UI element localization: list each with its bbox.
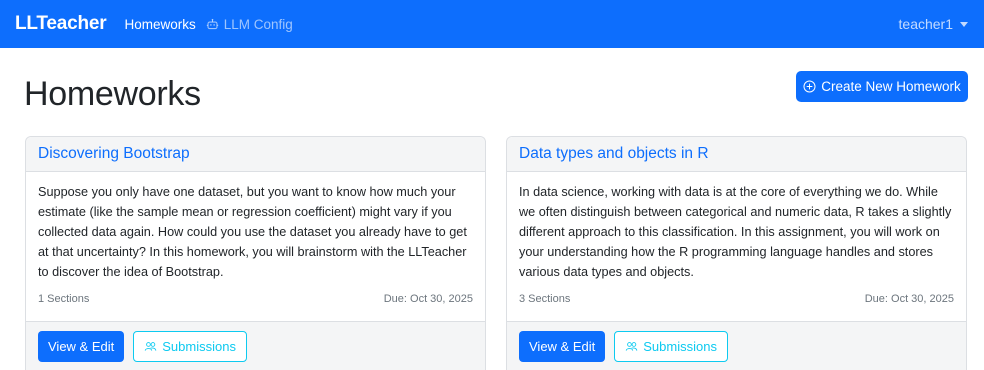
card-meta: 1 Sections Due: Oct 30, 2025 xyxy=(38,293,473,305)
people-icon xyxy=(144,340,157,353)
nav-link-llm-config[interactable]: LLM Config xyxy=(206,17,293,32)
homework-card: Discovering Bootstrap Suppose you only h… xyxy=(25,136,486,370)
sections-count: 3 Sections xyxy=(519,293,571,305)
submissions-button[interactable]: Submissions xyxy=(133,330,247,362)
username: teacher1 xyxy=(898,16,953,32)
due-date: Due: Oct 30, 2025 xyxy=(383,293,473,305)
sections-count: 1 Sections xyxy=(38,293,90,305)
card-footer: View & Edit Submissions xyxy=(507,321,966,370)
plus-circle-icon xyxy=(803,80,816,93)
brand-logo[interactable]: LLTeacher xyxy=(15,13,107,35)
people-icon xyxy=(625,340,638,353)
homework-description: Suppose you only have one dataset, but y… xyxy=(38,185,467,279)
view-edit-button[interactable]: View & Edit xyxy=(38,330,125,362)
card-header: Data types and objects in R xyxy=(507,137,966,172)
homework-title-link[interactable]: Data types and objects in R xyxy=(519,145,709,163)
user-menu-dropdown[interactable]: teacher1 xyxy=(899,16,968,32)
card-body: Suppose you only have one dataset, but y… xyxy=(26,172,485,320)
view-edit-button[interactable]: View & Edit xyxy=(519,330,606,362)
create-homework-label: Create New Homework xyxy=(821,79,961,94)
card-footer: View & Edit Submissions xyxy=(26,321,485,370)
card-body: In data science, working with data is at… xyxy=(507,172,966,320)
nav-link-homeworks-label: Homeworks xyxy=(124,16,196,32)
homework-description: In data science, working with data is at… xyxy=(519,185,952,279)
submissions-label: Submissions xyxy=(162,338,236,354)
homework-card: Data types and objects in R In data scie… xyxy=(506,136,967,370)
due-date: Due: Oct 30, 2025 xyxy=(864,293,954,305)
nav-link-llm-config-label: LLM Config xyxy=(223,16,293,32)
robot-icon xyxy=(206,18,219,31)
nav-link-homeworks[interactable]: Homeworks xyxy=(124,17,195,32)
submissions-button[interactable]: Submissions xyxy=(614,330,728,362)
card-meta: 3 Sections Due: Oct 30, 2025 xyxy=(519,293,954,305)
page-title: Homeworks xyxy=(24,75,201,113)
create-homework-button[interactable]: Create New Homework xyxy=(796,71,968,102)
top-navbar: LLTeacher Homeworks LLM Config teacher1 xyxy=(0,0,984,48)
chevron-down-icon xyxy=(960,21,968,27)
homework-title-link[interactable]: Discovering Bootstrap xyxy=(38,145,190,163)
card-header: Discovering Bootstrap xyxy=(26,137,485,172)
submissions-label: Submissions xyxy=(643,338,717,354)
